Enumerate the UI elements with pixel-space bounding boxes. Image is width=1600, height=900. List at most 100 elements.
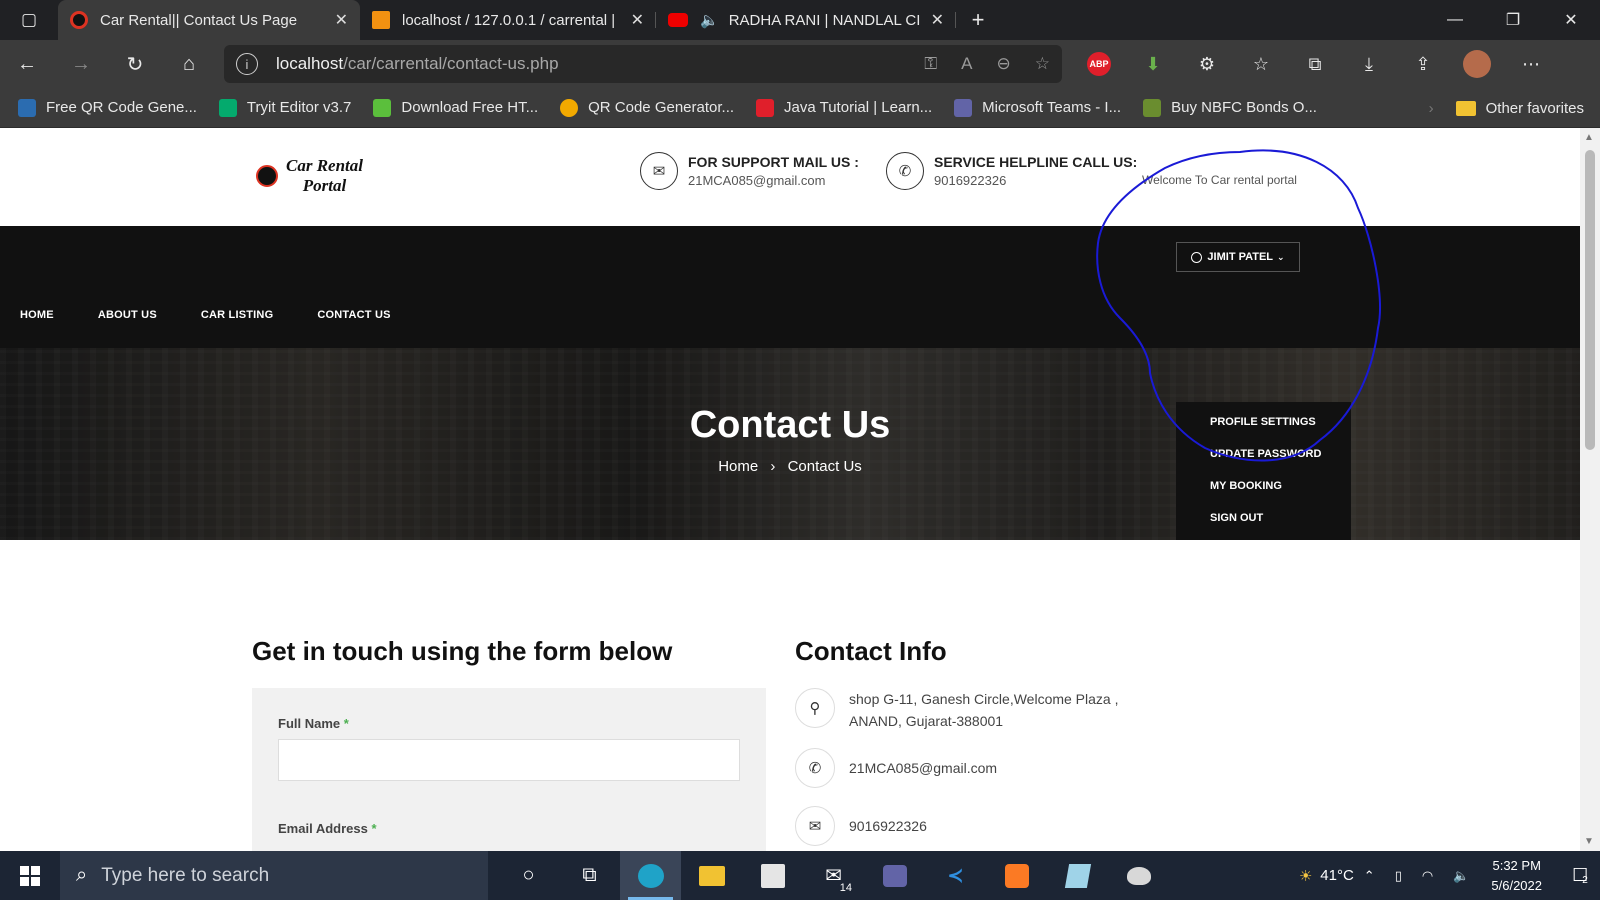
xampp-icon[interactable]: [986, 851, 1047, 900]
helpline-info: ✆ SERVICE HELPLINE CALL US: 9016922326: [886, 152, 1137, 190]
task-view-icon[interactable]: ⧉: [559, 851, 620, 900]
store-icon[interactable]: [742, 851, 803, 900]
bookmark-tryit-editor[interactable]: Tryit Editor v3.7: [218, 98, 351, 117]
taskbar-search[interactable]: ⌕ Type here to search: [60, 851, 488, 900]
temperature[interactable]: 41°C: [1320, 867, 1354, 884]
address-bar[interactable]: i localhost/car/carrental/contact-us.php…: [224, 45, 1062, 83]
speaker-icon[interactable]: 🔈: [700, 11, 719, 29]
scroll-up-icon[interactable]: ▲: [1584, 132, 1594, 143]
adblock-plus-icon[interactable]: ABP: [1087, 52, 1111, 76]
tab-phpmyadmin[interactable]: localhost / 127.0.0.1 / carrental | ✕: [360, 0, 656, 40]
bookmark-microsoft-teams[interactable]: Microsoft Teams - I...: [954, 98, 1121, 117]
edge-app-icon[interactable]: [620, 851, 681, 900]
file-explorer-icon[interactable]: [681, 851, 742, 900]
forward-icon[interactable]: →: [54, 40, 108, 88]
page-scrollbar[interactable]: ▲ ▼: [1580, 128, 1600, 851]
contact-email: 21MCA085@gmail.com: [849, 760, 998, 776]
bookmark-download-free-ht[interactable]: Download Free HT...: [373, 98, 538, 117]
tab-youtube[interactable]: 🔈 RADHA RANI | NANDLAL CI ✕: [656, 0, 956, 40]
menu-profile-settings[interactable]: PROFILE SETTINGS: [1210, 416, 1351, 448]
teams-app-icon[interactable]: [864, 851, 925, 900]
bookmark-java-tutorial[interactable]: Java Tutorial | Learn...: [756, 98, 932, 117]
paint-app-icon[interactable]: [1108, 851, 1169, 900]
site-logo[interactable]: Car Rental Portal: [256, 156, 363, 196]
nav-home[interactable]: HOME: [20, 309, 54, 321]
close-tab-icon[interactable]: ✕: [335, 10, 348, 30]
contact-section: Get in touch using the form below Full N…: [0, 540, 1580, 851]
collections-icon[interactable]: ⧉: [1288, 40, 1342, 88]
restore-icon[interactable]: ❐: [1484, 0, 1542, 40]
zoom-out-icon[interactable]: ⊖: [997, 54, 1011, 74]
start-button[interactable]: [0, 851, 60, 900]
close-tab-icon[interactable]: ✕: [931, 10, 944, 30]
notepad-app-icon[interactable]: [1047, 851, 1108, 900]
refresh-icon[interactable]: ↻: [108, 40, 162, 88]
web-page: Car Rental Portal ✉ FOR SUPPORT MAIL US …: [0, 128, 1580, 851]
user-name: JIMIT PATEL: [1207, 251, 1274, 263]
bookmark-qr-code-generator[interactable]: QR Code Generator...: [560, 98, 734, 117]
support-label: FOR SUPPORT MAIL US :: [688, 154, 859, 170]
tab-actions-icon[interactable]: ▢: [0, 0, 58, 40]
site-info-icon[interactable]: i: [236, 53, 258, 75]
user-dropdown-menu: PROFILE SETTINGS UPDATE PASSWORD MY BOOK…: [1176, 402, 1351, 552]
device-icon[interactable]: ▯: [1395, 868, 1402, 884]
youtube-favicon-icon: [668, 13, 688, 27]
helpline-label: SERVICE HELPLINE CALL US:: [934, 154, 1138, 170]
cortana-icon[interactable]: ○: [498, 851, 559, 900]
taskbar-apps: ○ ⧉ ✉ 14 ≺: [498, 851, 1169, 900]
add-favorite-icon[interactable]: ☆: [1035, 54, 1050, 74]
read-aloud-icon[interactable]: A: [961, 54, 972, 74]
key-icon[interactable]: ⚿: [924, 54, 937, 74]
download-extension-icon[interactable]: ⬇: [1126, 40, 1180, 88]
teams-icon: [954, 98, 973, 117]
more-menu-icon[interactable]: ⋯: [1504, 40, 1558, 88]
chevron-up-icon[interactable]: ⌃: [1364, 868, 1375, 884]
home-icon[interactable]: ⌂: [162, 40, 216, 88]
bookmark-nbfc-bonds[interactable]: Buy NBFC Bonds O...: [1143, 98, 1317, 117]
volume-icon[interactable]: 🔈: [1453, 868, 1469, 884]
chevron-right-icon[interactable]: ›: [1429, 100, 1434, 117]
menu-my-booking[interactable]: MY BOOKING: [1210, 480, 1351, 512]
phpmyadmin-favicon-icon: [372, 11, 390, 29]
new-tab-button[interactable]: +: [956, 7, 1000, 33]
extensions-icon[interactable]: ⚙: [1180, 40, 1234, 88]
bookmarks-bar: Free QR Code Gene... Tryit Editor v3.7 D…: [0, 88, 1600, 128]
vscode-icon[interactable]: ≺: [925, 851, 986, 900]
site-header: Car Rental Portal ✉ FOR SUPPORT MAIL US …: [0, 128, 1580, 226]
nav-contact-us[interactable]: CONTACT US: [317, 309, 390, 321]
map-pin-icon: ⚲: [795, 688, 835, 728]
javatpoint-icon: [756, 98, 775, 117]
full-name-input[interactable]: [278, 739, 740, 781]
nav-about-us[interactable]: ABOUT US: [98, 309, 157, 321]
close-tab-icon[interactable]: ✕: [631, 10, 644, 30]
tab-contact-us[interactable]: Car Rental|| Contact Us Page ✕: [58, 0, 360, 40]
share-icon[interactable]: ⇪: [1396, 40, 1450, 88]
back-icon[interactable]: ←: [0, 40, 54, 88]
scrollbar-thumb[interactable]: [1585, 150, 1595, 450]
contact-info-column: Contact Info ⚲ shop G-11, Ganesh Circle,…: [795, 636, 1295, 846]
user-menu-button[interactable]: JIMIT PATEL ⌄: [1176, 242, 1300, 272]
close-window-icon[interactable]: ✕: [1542, 0, 1600, 40]
mail-badge: 14: [837, 882, 854, 894]
minimize-icon[interactable]: —: [1426, 0, 1484, 40]
tab-title: RADHA RANI | NANDLAL CI: [728, 11, 921, 29]
favorites-icon[interactable]: ☆: [1234, 40, 1288, 88]
scroll-down-icon[interactable]: ▼: [1584, 836, 1594, 847]
tab-title: Car Rental|| Contact Us Page: [100, 11, 298, 29]
breadcrumb-home[interactable]: Home: [718, 458, 758, 475]
url-text[interactable]: localhost/car/carrental/contact-us.php: [276, 54, 900, 74]
mail-icon[interactable]: ✉ 14: [803, 851, 864, 900]
nav-car-listing[interactable]: CAR LISTING: [201, 309, 273, 321]
contact-phone: 9016922326: [849, 818, 927, 834]
bookmark-qr-code-gene[interactable]: Free QR Code Gene...: [18, 98, 197, 117]
phone-icon: ✆: [886, 152, 924, 190]
clock[interactable]: 5:32 PM 5/6/2022: [1491, 856, 1542, 896]
downloads-icon[interactable]: ⤓: [1342, 40, 1396, 88]
menu-update-password[interactable]: UPDATE PASSWORD: [1210, 448, 1351, 480]
weather-icon[interactable]: ☀: [1299, 867, 1312, 885]
profile-avatar-icon[interactable]: [1463, 50, 1491, 78]
wifi-icon[interactable]: ◠: [1422, 868, 1433, 884]
notification-icon[interactable]: ☐ 2: [1560, 851, 1600, 900]
breadcrumb-current: Contact Us: [787, 458, 862, 475]
other-favorites[interactable]: › Other favorites: [1429, 88, 1584, 128]
